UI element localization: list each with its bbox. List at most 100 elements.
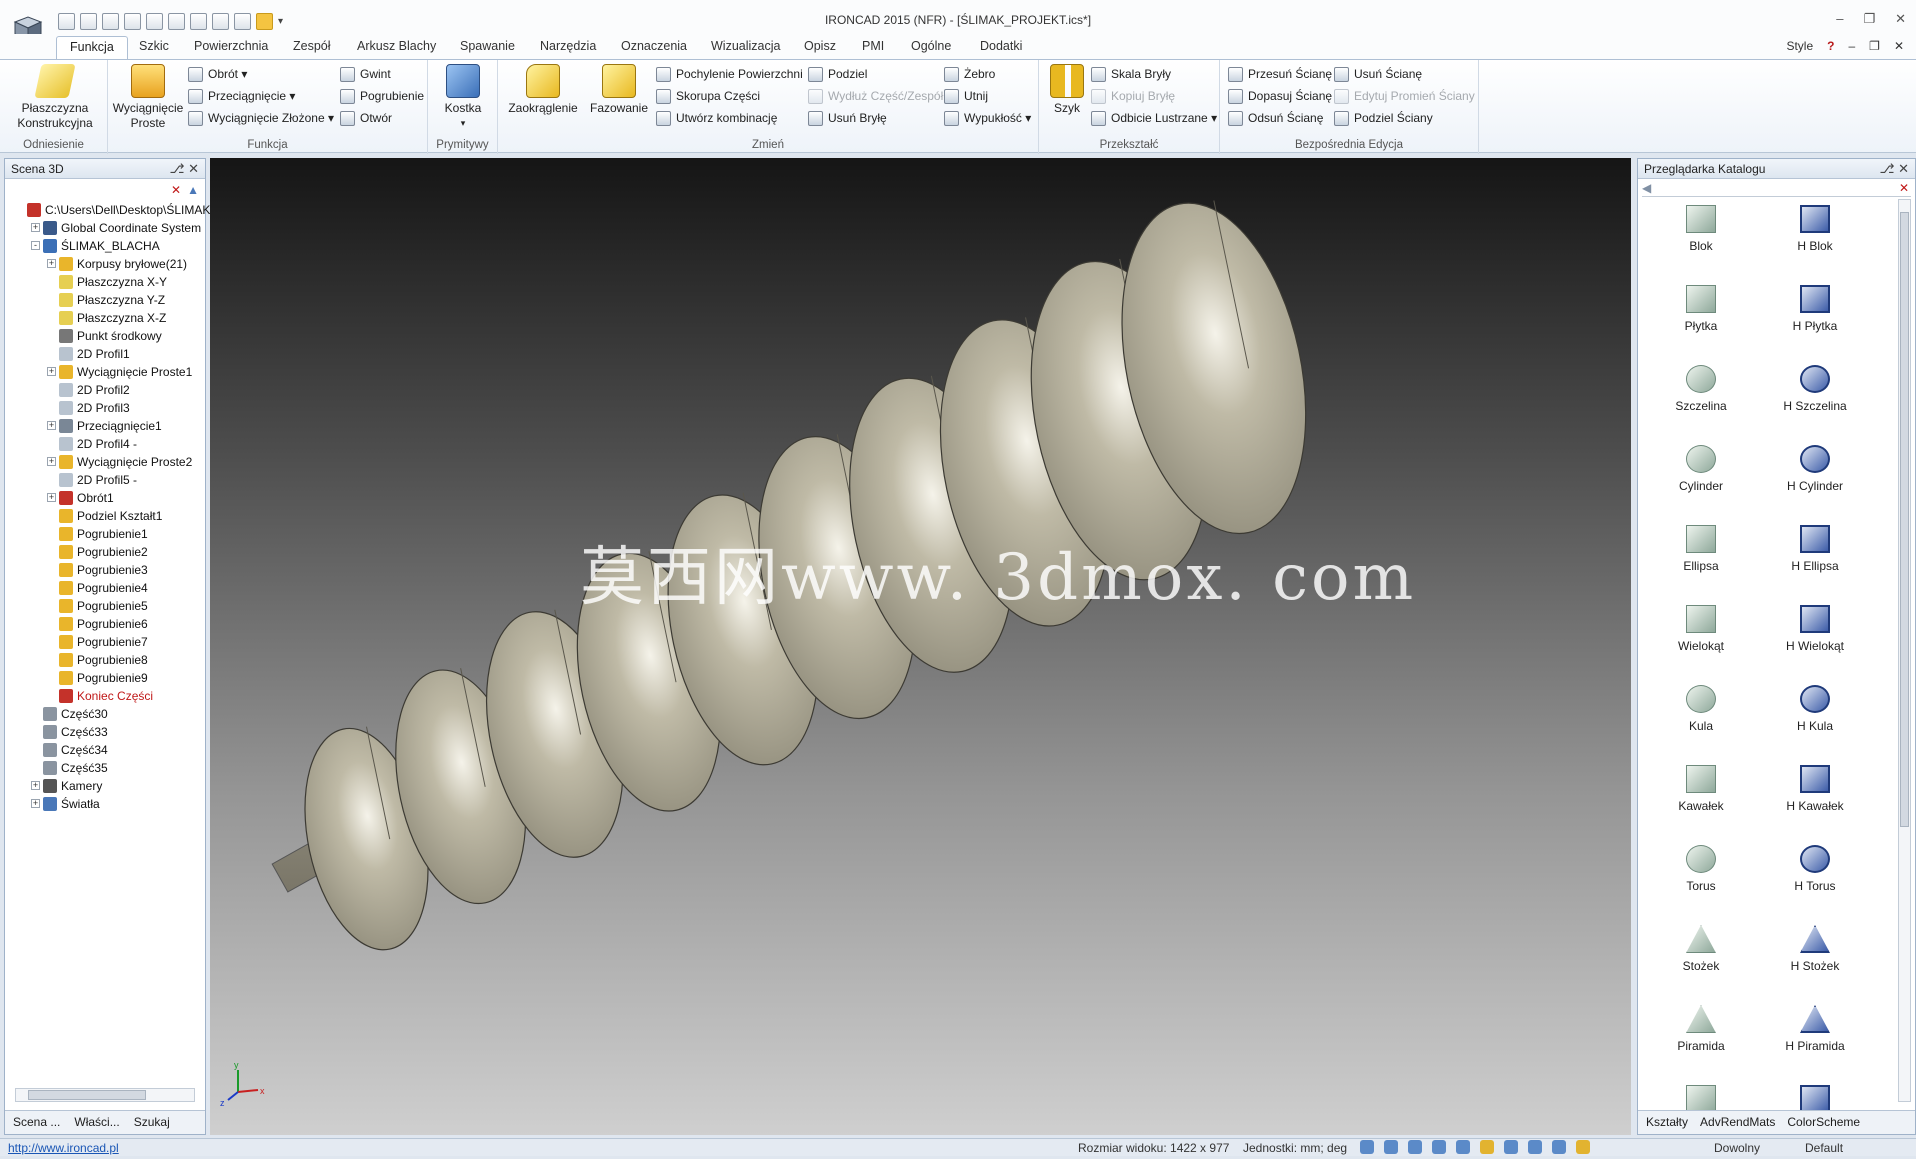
tree-item[interactable]: - ŚLIMAK_BLACHA bbox=[9, 237, 205, 255]
szyk-button[interactable]: Szyk bbox=[1047, 64, 1087, 116]
tab-wlasciwosci[interactable]: Właści... bbox=[74, 1115, 119, 1130]
website-link[interactable]: http://www.ironcad.pl bbox=[8, 1141, 119, 1155]
mdi-close-icon[interactable]: ✕ bbox=[1894, 39, 1904, 53]
tab-powierzchnia[interactable]: Powierzchnia bbox=[194, 39, 268, 53]
tab-zespol[interactable]: Zespół bbox=[293, 39, 331, 53]
catalog-item[interactable]: H Płytka bbox=[1760, 279, 1870, 359]
tree-item[interactable]: Płaszczyzna Y-Z bbox=[9, 291, 205, 309]
tree-item[interactable]: Pogrubienie6 bbox=[9, 615, 205, 633]
scheme-select[interactable]: Default bbox=[1805, 1141, 1843, 1155]
tree-item[interactable]: + Kamery bbox=[9, 777, 205, 795]
tab-pmi[interactable]: PMI bbox=[862, 39, 884, 53]
odbicie-button[interactable]: Odbicie Lustrzane ▾ bbox=[1091, 109, 1217, 127]
tree-item[interactable]: Pogrubienie2 bbox=[9, 543, 205, 561]
expand-icon[interactable]: + bbox=[47, 457, 56, 466]
mode-select[interactable]: Dowolny bbox=[1714, 1141, 1760, 1155]
tree-item[interactable]: Część33 bbox=[9, 723, 205, 741]
wydluz-button[interactable]: Wydłuż Część/Zespół bbox=[808, 87, 943, 105]
tree-item[interactable]: Pogrubienie1 bbox=[9, 525, 205, 543]
catalog-item[interactable]: H Cylinder bbox=[1760, 439, 1870, 519]
usun-sciane-button[interactable]: Usuń Ścianę bbox=[1334, 65, 1422, 83]
help-icon[interactable]: ? bbox=[1827, 39, 1834, 53]
restore-icon[interactable]: ❐ bbox=[1863, 11, 1875, 27]
pan-icon[interactable] bbox=[1456, 1140, 1470, 1154]
przesun-sciane-button[interactable]: Przesuń Ścianę bbox=[1228, 65, 1332, 83]
mdi-restore-icon[interactable]: ❐ bbox=[1869, 39, 1880, 53]
scene-hscrollbar[interactable] bbox=[15, 1088, 195, 1102]
tree-item[interactable]: Pogrubienie3 bbox=[9, 561, 205, 579]
minimize-icon[interactable]: – bbox=[1836, 11, 1843, 27]
plaszczyzna-button[interactable]: Płaszczyzna Konstrukcyjna bbox=[10, 64, 100, 131]
pochylenie-button[interactable]: Pochylenie Powierzchni bbox=[656, 65, 803, 83]
expand-icon[interactable]: + bbox=[47, 367, 56, 376]
collapse-icon[interactable]: - bbox=[31, 241, 40, 250]
catalog-item[interactable]: H Torus bbox=[1760, 839, 1870, 919]
przeciagniecie-button[interactable]: Przeciągnięcie ▾ bbox=[188, 87, 295, 105]
fazowanie-button[interactable]: Fazowanie bbox=[586, 64, 652, 116]
mdi-minimize-icon[interactable]: – bbox=[1848, 39, 1855, 53]
tab-ogolne[interactable]: Ogólne bbox=[911, 39, 951, 53]
view-icon[interactable] bbox=[1432, 1140, 1446, 1154]
wyciagniecie-zlozone-button[interactable]: Wyciągnięcie Złożone ▾ bbox=[188, 109, 334, 127]
usun-bryle-button[interactable]: Usuń Bryłę bbox=[808, 109, 887, 127]
catalog-item[interactable]: Torus bbox=[1646, 839, 1756, 919]
catalog-item[interactable]: H Stożek bbox=[1760, 919, 1870, 999]
catalog-item[interactable]: Kula bbox=[1646, 679, 1756, 759]
tab-advrendmats[interactable]: AdvRendMats bbox=[1700, 1115, 1775, 1130]
tree-item[interactable]: + Obrót1 bbox=[9, 489, 205, 507]
utnij-button[interactable]: Utnij bbox=[944, 87, 988, 105]
tab-colorscheme[interactable]: ColorScheme bbox=[1787, 1115, 1860, 1130]
skorupa-button[interactable]: Skorupa Części bbox=[656, 87, 760, 105]
filter-icon[interactable]: ▲ bbox=[187, 183, 199, 197]
catalog-item[interactable]: H Piramida bbox=[1760, 999, 1870, 1079]
catalog-item[interactable]: Szczelina bbox=[1646, 359, 1756, 439]
tree-item[interactable]: Podziel Kształt1 bbox=[9, 507, 205, 525]
3d-viewport[interactable]: 莫西网www. 3dmox. com y x z bbox=[210, 158, 1631, 1135]
zoom-icon[interactable] bbox=[1360, 1140, 1374, 1154]
tree-item[interactable]: 2D Profil2 bbox=[9, 381, 205, 399]
close-icon[interactable]: ⎇ ✕ bbox=[170, 161, 200, 177]
orbit-icon[interactable] bbox=[1408, 1140, 1422, 1154]
tree-item[interactable]: Pogrubienie8 bbox=[9, 651, 205, 669]
settings-icon[interactable] bbox=[1552, 1140, 1566, 1154]
catalog-item[interactable]: Cylinder bbox=[1646, 439, 1756, 519]
kopiuj-button[interactable]: Kopiuj Bryłę bbox=[1091, 87, 1175, 105]
pogrubienie-button[interactable]: Pogrubienie bbox=[340, 87, 424, 105]
tree-item[interactable]: Część30 bbox=[9, 705, 205, 723]
catalog-item[interactable]: Kawałek bbox=[1646, 759, 1756, 839]
tree-item[interactable]: Płaszczyzna X-Y bbox=[9, 273, 205, 291]
expand-icon[interactable]: + bbox=[47, 421, 56, 430]
tree-item[interactable]: + Global Coordinate System bbox=[9, 219, 205, 237]
tree-item[interactable]: + Przeciągnięcie1 bbox=[9, 417, 205, 435]
tab-oznaczenia[interactable]: Oznaczenia bbox=[621, 39, 687, 53]
tab-ksztalty[interactable]: Kształty bbox=[1646, 1115, 1688, 1130]
tree-item[interactable]: + Wyciągnięcie Proste1 bbox=[9, 363, 205, 381]
expand-icon[interactable]: + bbox=[47, 493, 56, 502]
tree-item[interactable]: Pogrubienie5 bbox=[9, 597, 205, 615]
catalog-item[interactable]: H Blok bbox=[1760, 199, 1870, 279]
catalog-item[interactable]: H Wielokąt bbox=[1760, 599, 1870, 679]
catalog-close-icon[interactable]: ✕ bbox=[1899, 181, 1909, 195]
utworz-kombinacje-button[interactable]: Utwórz kombinację bbox=[656, 109, 777, 127]
tree-item[interactable]: 2D Profil1 bbox=[9, 345, 205, 363]
tab-dodatki[interactable]: Dodatki bbox=[980, 39, 1022, 53]
tree-item[interactable]: Pogrubienie7 bbox=[9, 633, 205, 651]
tab-spawanie[interactable]: Spawanie bbox=[460, 39, 515, 53]
podziel-sciany-button[interactable]: Podziel Ściany bbox=[1334, 109, 1433, 127]
zaokraglenie-button[interactable]: Zaokrąglenie bbox=[506, 64, 580, 116]
tree-item[interactable]: 2D Profil3 bbox=[9, 399, 205, 417]
tree-item[interactable]: + Wyciągnięcie Proste2 bbox=[9, 453, 205, 471]
expand-icon[interactable]: + bbox=[31, 799, 40, 808]
catalog-item[interactable]: Ellipsa bbox=[1646, 519, 1756, 599]
catalog-item[interactable]: H Kula bbox=[1760, 679, 1870, 759]
tab-opisz[interactable]: Opisz bbox=[804, 39, 836, 53]
dopasuj-sciane-button[interactable]: Dopasuj Ścianę bbox=[1228, 87, 1332, 105]
catalog-item[interactable]: Piramida bbox=[1646, 999, 1756, 1079]
zoom-window-icon[interactable] bbox=[1384, 1140, 1398, 1154]
tree-item[interactable]: + Korpusy bryłowe(21) bbox=[9, 255, 205, 273]
tab-arkusz-blachy[interactable]: Arkusz Blachy bbox=[357, 39, 436, 53]
tree-item[interactable]: Część34 bbox=[9, 741, 205, 759]
select-icon[interactable] bbox=[1576, 1140, 1590, 1154]
screw-conveyor-model[interactable] bbox=[210, 158, 1631, 1135]
catalog-item[interactable]: H Kawałek bbox=[1760, 759, 1870, 839]
